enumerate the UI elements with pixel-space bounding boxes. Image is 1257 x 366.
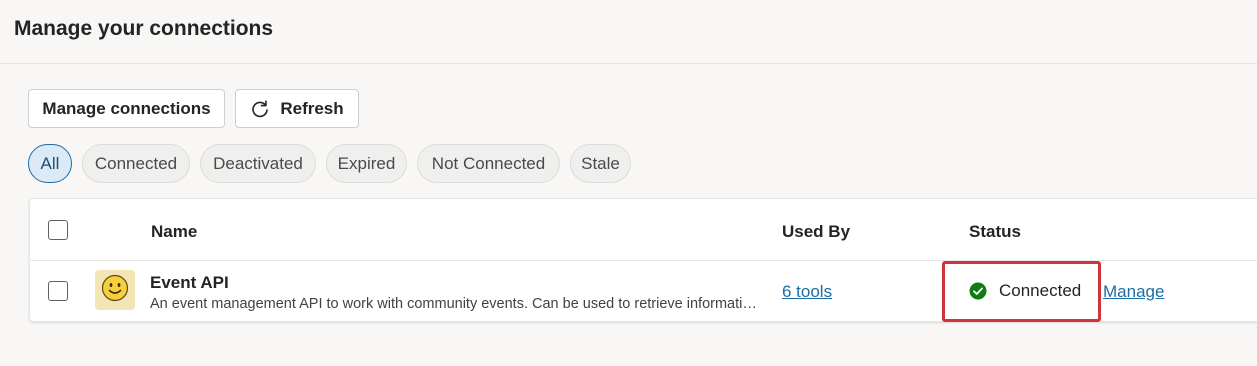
- connector-avatar: [95, 270, 135, 310]
- refresh-label: Refresh: [280, 98, 344, 118]
- page-title: Manage your connections: [14, 17, 274, 40]
- select-all-checkbox[interactable]: [48, 220, 68, 240]
- connection-name: Event API: [150, 273, 229, 292]
- check-circle-icon: [969, 282, 987, 300]
- filter-all[interactable]: All: [28, 144, 72, 183]
- column-header-status: Status: [969, 222, 1021, 241]
- smiley-icon: [101, 274, 129, 307]
- filter-connected[interactable]: Connected: [82, 144, 190, 183]
- filter-stale[interactable]: Stale: [570, 144, 631, 183]
- filter-expired[interactable]: Expired: [326, 144, 407, 183]
- filter-not-connected[interactable]: Not Connected: [417, 144, 560, 183]
- used-by-link[interactable]: 6 tools: [782, 282, 832, 302]
- status-label: Connected: [999, 281, 1082, 300]
- refresh-icon: [250, 99, 270, 119]
- status-cell: Connected: [969, 281, 1081, 301]
- manage-link[interactable]: Manage: [1103, 282, 1164, 302]
- refresh-button[interactable]: Refresh: [235, 89, 359, 128]
- filter-deactivated[interactable]: Deactivated: [200, 144, 316, 183]
- column-header-name: Name: [151, 222, 198, 241]
- row-checkbox[interactable]: [48, 281, 68, 301]
- connection-description: An event management API to work with com…: [150, 296, 762, 312]
- column-header-used-by: Used By: [782, 222, 851, 241]
- manage-connections-button[interactable]: Manage connections: [28, 89, 225, 128]
- page-header: Manage your connections: [0, 0, 1257, 64]
